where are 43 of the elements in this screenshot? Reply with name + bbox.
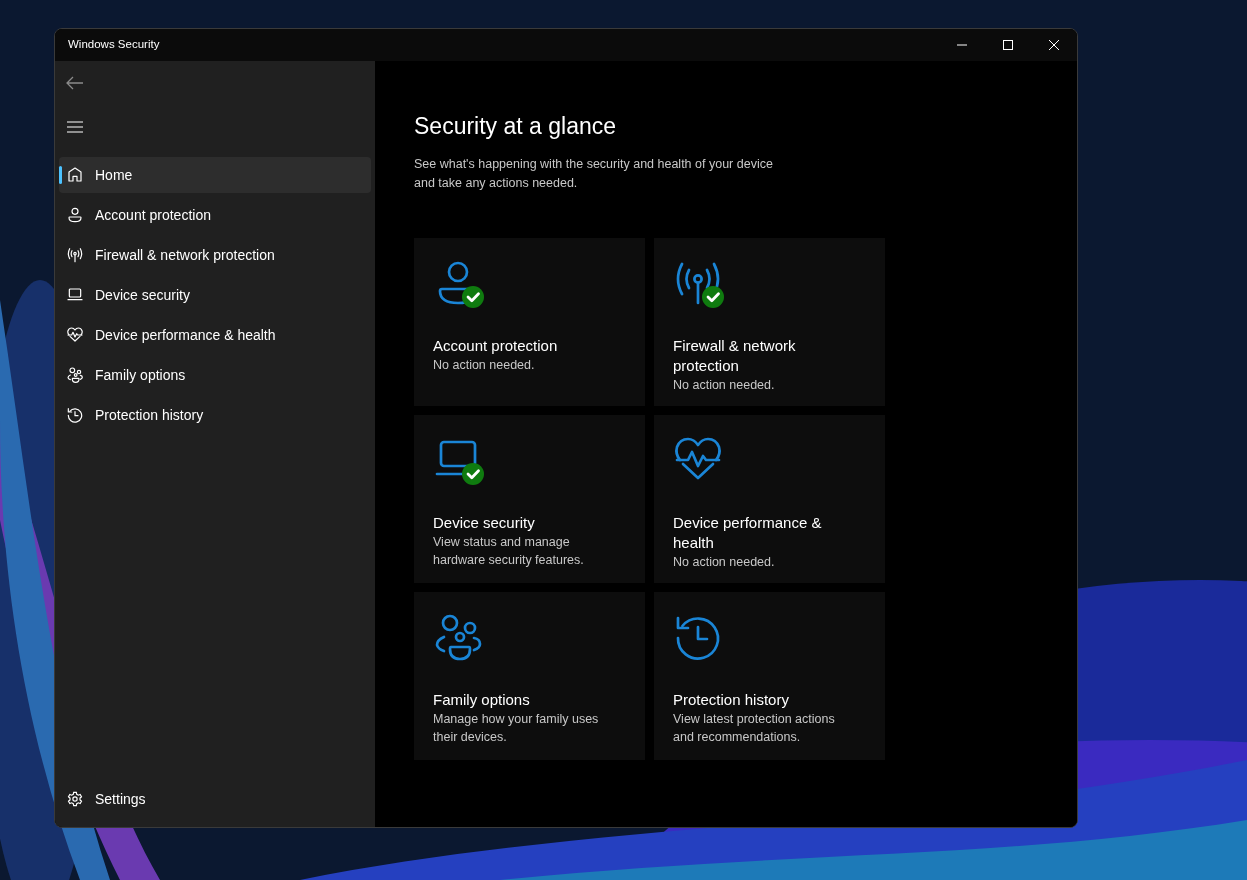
sidebar-item[interactable]: Account protection [59, 197, 371, 233]
settings-item[interactable]: Settings [59, 781, 371, 817]
tile-card[interactable]: Firewall & network protection No action needed. [654, 237, 885, 406]
tile-title: Family options [433, 689, 531, 710]
sidebar-item[interactable]: Protection history [59, 397, 371, 433]
heart-icon [675, 437, 721, 479]
person-icon [67, 207, 83, 223]
page-description: See what's happening with the security and health of your device and take any actions needed. [414, 155, 774, 192]
sidebar-item[interactable]: Device security [59, 277, 371, 313]
antenna-icon [676, 262, 720, 304]
settings-icon [67, 791, 83, 807]
history-icon [67, 407, 83, 423]
sidebar-item[interactable]: Family options [59, 357, 371, 393]
tile-card[interactable]: Family options Manage how your family uses their devices. [414, 591, 645, 760]
tile-card[interactable]: Device performance & health No action needed. [654, 414, 885, 583]
tile-status: No action needed. [673, 376, 776, 394]
tile-title: Device security [433, 512, 536, 533]
tile-title: Protection history [673, 689, 790, 710]
tile-card[interactable]: Device security View status and manage hardware security features. [414, 414, 645, 583]
page-heading: Security at a glance [414, 113, 617, 141]
tile-title: Device performance & health [673, 512, 823, 553]
close-icon [1049, 40, 1059, 50]
tile-status: No action needed. [673, 553, 776, 571]
tile-status: No action needed. [433, 356, 536, 374]
tile-title: Firewall & network protection [673, 335, 797, 376]
tile-status: View latest protection actions and recommendations. [673, 710, 836, 746]
heart-icon [67, 327, 83, 343]
family-icon [67, 367, 83, 383]
tile-status: View status and manage hardware security features. [433, 533, 585, 569]
tile-card[interactable]: Account protection No action needed. [414, 237, 645, 406]
sidebar-item[interactable]: Firewall & network protection [59, 237, 371, 273]
home-icon [67, 167, 83, 183]
window-title: Windows Security [68, 37, 161, 53]
sidebar-item[interactable]: Home [59, 157, 371, 193]
antenna-icon [67, 247, 83, 263]
maximize-icon [1003, 40, 1013, 50]
tile-status: Manage how your family uses their devices. [433, 710, 600, 746]
laptop-icon [67, 287, 83, 303]
family-icon [435, 614, 482, 660]
history-icon [676, 616, 720, 660]
tile-card[interactable]: Protection history View latest protection actions and recommendations. [654, 591, 885, 760]
sidebar-item[interactable]: Device performance & health [59, 317, 371, 353]
tile-title: Account protection [433, 335, 559, 356]
